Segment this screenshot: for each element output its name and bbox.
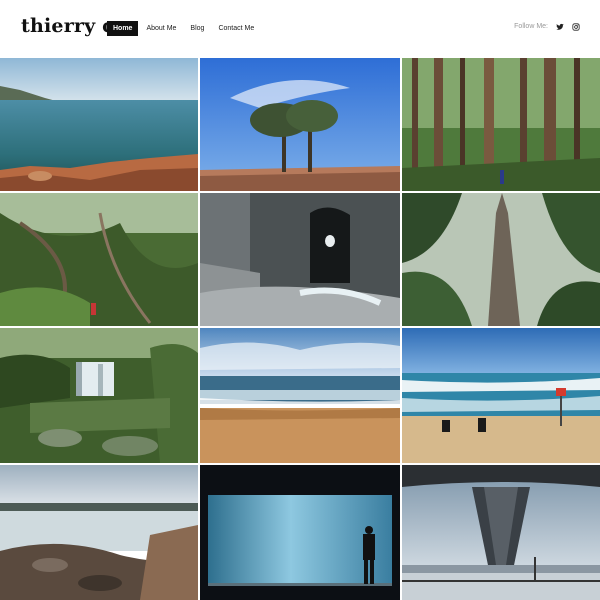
nav-item-blog[interactable]: Blog [184,21,210,36]
photo-gallery [0,58,600,600]
rocky-shoreline-photo[interactable] [0,465,198,600]
rainforest-hiker-photo[interactable] [0,193,198,326]
lone-tree-photo[interactable] [200,58,400,191]
nav-item-contact-me[interactable]: Contact Me [212,21,260,36]
waterfall-photo[interactable] [0,328,198,463]
aquarium-silhouette-photo[interactable] [200,465,400,600]
instagram-icon[interactable] [571,22,580,31]
main-nav: Home About Me Blog Contact Me [107,21,260,36]
harbour-bridge-photo[interactable] [402,465,600,600]
social-links: Follow Me: [514,22,580,31]
coastal-bay-photo[interactable] [0,58,198,191]
twitter-icon[interactable] [555,22,564,31]
sea-cave-arch-photo[interactable] [200,193,400,326]
nav-item-about-me[interactable]: About Me [140,21,182,36]
tall-forest-photo[interactable] [402,58,600,191]
beach-shore-photo[interactable] [200,328,400,463]
site-logo[interactable]: thierry c. [21,15,121,37]
follow-label: Follow Me: [514,23,548,30]
giant-tree-trunk-photo[interactable] [402,193,600,326]
surfers-beach-photo[interactable] [402,328,600,463]
nav-item-home[interactable]: Home [107,21,139,36]
site-header: thierry c. Home About Me Blog Contact Me… [0,0,600,58]
